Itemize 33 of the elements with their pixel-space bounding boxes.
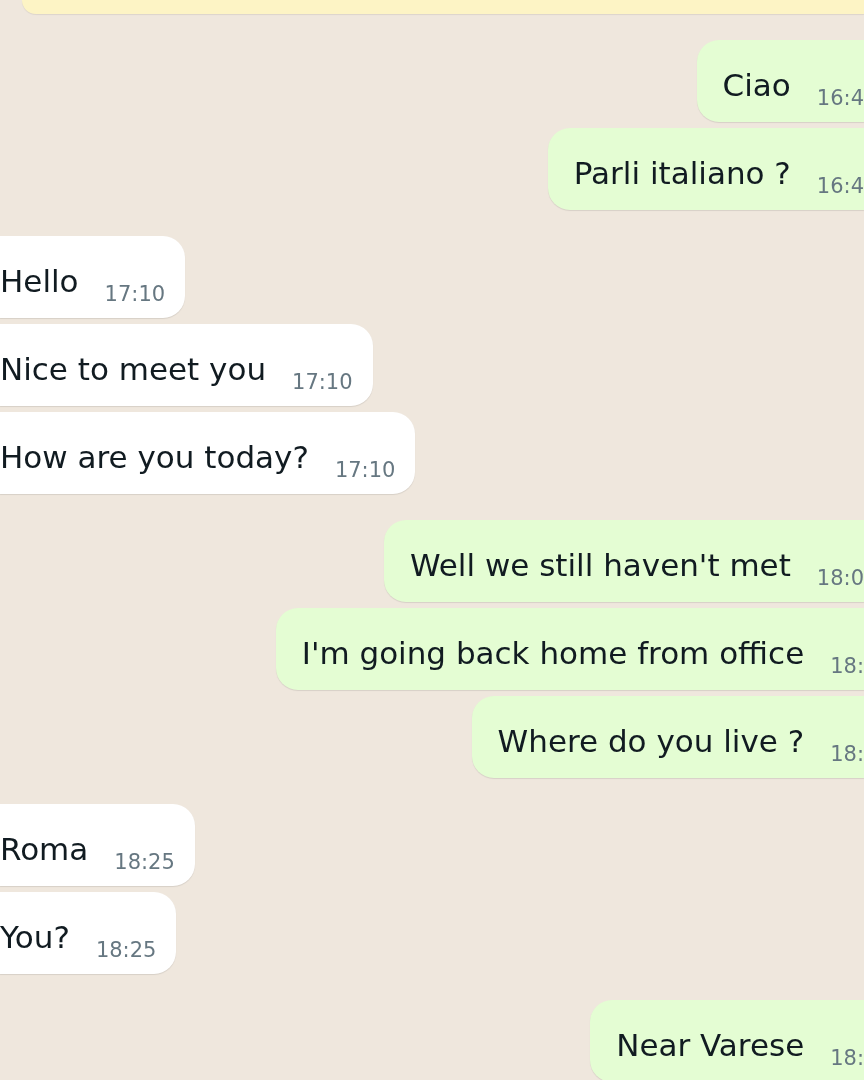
message-text: Hello [0, 262, 79, 300]
message-time: 16:4 [816, 174, 864, 198]
message-bubble[interactable]: How are you today? 17:10 [0, 412, 416, 494]
message-bubble[interactable]: Well we still haven't met 18:0 [383, 520, 864, 602]
message-text: Roma [0, 830, 89, 868]
message-bubble[interactable]: Nice to meet you 17:10 [0, 324, 373, 406]
message-bubble[interactable]: Ciao 16:4 [696, 40, 864, 122]
message-text: Parli italiano ? [573, 154, 791, 192]
message-text: Near Varese [616, 1026, 805, 1064]
message-text: Well we still haven't met [409, 546, 791, 584]
message-time: 16:4 [816, 86, 864, 110]
message-text: Nice to meet you [0, 350, 267, 388]
message-text: You? [0, 918, 70, 956]
message-time: 18:0 [816, 566, 864, 590]
message-text: Ciao [722, 66, 791, 104]
message-bubble[interactable]: Parli italiano ? 16:4 [547, 128, 864, 210]
message-bubble[interactable]: Hello 17:10 [0, 236, 186, 318]
message-bubble[interactable]: I'm going back home from office 18: [275, 608, 864, 690]
message-text: Where do you live ? [497, 722, 805, 760]
message-bubble[interactable]: You? 18:25 [0, 892, 177, 974]
message-time: 17:10 [104, 282, 166, 306]
message-text: How are you today? [0, 438, 309, 476]
message-time: 17:10 [292, 370, 353, 394]
message-time: 17:10 [334, 458, 396, 482]
message-bubble[interactable]: Where do you live ? 18: [471, 696, 864, 778]
message-bubble[interactable]: Near Varese 18: [590, 1000, 864, 1080]
message-time: 18: [830, 1046, 864, 1070]
message-time: 18: [830, 654, 864, 678]
message-time: 18:25 [95, 938, 157, 962]
message-bubble[interactable]: Roma 18:25 [0, 804, 195, 886]
message-time: 18:25 [114, 850, 175, 874]
message-text: I'm going back home from office [301, 634, 805, 672]
message-time: 18: [830, 742, 864, 766]
